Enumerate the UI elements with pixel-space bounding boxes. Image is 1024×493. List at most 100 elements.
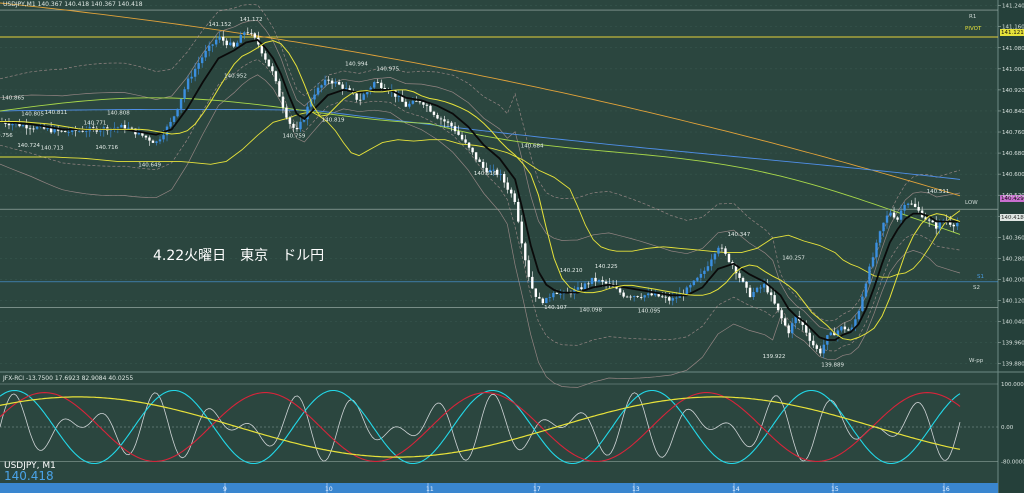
- price-label-27: 139.889: [821, 363, 844, 369]
- price-label-12: 140.713: [41, 146, 64, 152]
- candle-body: [594, 277, 597, 282]
- candle-body: [675, 297, 678, 299]
- candle-body: [320, 85, 323, 88]
- candle-body: [404, 101, 408, 107]
- oscillator-value-2: 17.6923: [54, 375, 80, 382]
- candle-body: [211, 44, 214, 46]
- candle-body: [471, 147, 474, 153]
- date-label-7: 16: [942, 486, 950, 493]
- candle-body: [910, 203, 913, 205]
- price-label-23: 140.095: [638, 308, 661, 314]
- candle-body: [481, 161, 485, 168]
- candle-body: [808, 332, 811, 341]
- price-label-14: 140.759: [283, 133, 306, 139]
- price-label-20: 140.225: [595, 264, 618, 270]
- candle-body: [78, 130, 81, 132]
- chart-caption: 4.22火曜日 東京 ドル円: [153, 248, 325, 264]
- candle-body: [460, 134, 464, 140]
- candle-body: [330, 80, 334, 84]
- candle-body: [453, 126, 457, 132]
- candle-body: [773, 295, 776, 304]
- candle-body: [467, 142, 471, 148]
- price-label-3: 140.994: [345, 62, 368, 68]
- candle-body: [587, 283, 590, 285]
- candle-body: [457, 131, 460, 135]
- candle-body: [172, 116, 176, 122]
- candle-body: [812, 340, 815, 346]
- candle-body: [334, 82, 337, 84]
- candle-body: [819, 348, 822, 354]
- candle-body: [555, 293, 559, 294]
- oscillator-title: JFX-RCI -13.7500 17.6923 82.9084 40.0255: [3, 375, 133, 382]
- candle-body: [639, 296, 643, 298]
- price-label-22: 140.098: [579, 308, 602, 314]
- candle-body: [267, 59, 271, 67]
- candle-body: [21, 125, 25, 127]
- price-label-7: 140.811: [45, 110, 68, 116]
- chart-window: R1PIVOT141.121140.429140.418LOWS1S2W-pp …: [0, 0, 1024, 493]
- candle-body: [787, 325, 790, 334]
- candle-body: [207, 45, 211, 51]
- candle-body: [632, 296, 636, 298]
- oscillator-name: JFX-RCI: [3, 375, 25, 382]
- candle-body: [295, 127, 299, 130]
- candle-body: [28, 128, 32, 130]
- candle-body: [889, 212, 892, 216]
- candle-body: [120, 124, 123, 128]
- level-tag-1: PIVOT: [965, 26, 982, 32]
- price-tick-label-0: 141.240: [1002, 4, 1024, 10]
- candle-body: [176, 108, 179, 117]
- candle-body: [239, 34, 242, 43]
- candle-body: [625, 296, 629, 298]
- date-label-6: 15: [831, 486, 839, 493]
- price-label-1: 141.172: [240, 17, 263, 23]
- date-label-5: 14: [732, 486, 740, 493]
- candle-body: [274, 71, 278, 82]
- candle-body: [548, 297, 552, 299]
- candle-body: [229, 42, 232, 46]
- candle-body: [214, 39, 218, 45]
- candle-body: [934, 222, 938, 229]
- candle-body: [450, 122, 453, 127]
- candle-body: [724, 248, 727, 254]
- candle-body: [783, 318, 787, 326]
- candle-body: [316, 87, 320, 95]
- candle-body: [604, 281, 608, 284]
- candle-body: [703, 270, 706, 274]
- candle-body: [790, 323, 794, 334]
- window-title: USDJPY,M1 140.367 140.418 140.367 140.41…: [3, 1, 143, 8]
- price-tick-label-17: 139.880: [1002, 362, 1024, 368]
- candle-body: [661, 296, 664, 298]
- osc-panel-bg: [0, 373, 998, 483]
- candle-body: [706, 266, 710, 271]
- price-label-9: 140.808: [107, 111, 130, 117]
- date-label-3: 17: [533, 486, 541, 493]
- candle-body: [271, 66, 274, 72]
- candle-body: [373, 82, 376, 88]
- price-tick-label-4: 140.920: [1002, 88, 1024, 94]
- level-tag-0: R1: [969, 14, 976, 20]
- oscillator-value-4: 40.0255: [108, 375, 134, 382]
- candle-body: [541, 298, 545, 304]
- price-label-16: 140.649: [138, 163, 161, 169]
- price-tick-label-11: 140.360: [1002, 235, 1024, 241]
- candle-body: [952, 224, 955, 227]
- candle-body: [446, 121, 450, 123]
- candle-body: [534, 288, 538, 297]
- candle-body: [337, 82, 341, 85]
- candle-body: [127, 127, 130, 129]
- candle-body: [35, 126, 39, 129]
- candle-body: [186, 78, 190, 90]
- candle-body: [727, 253, 731, 262]
- candle-body: [692, 280, 696, 285]
- candle-body: [439, 118, 443, 120]
- candle-body: [524, 243, 527, 261]
- candle-body: [243, 32, 246, 35]
- osc-tick-label-0: 100.0000: [1001, 382, 1024, 388]
- candle-body: [362, 94, 365, 100]
- candle-body: [720, 247, 724, 249]
- candle-body: [327, 79, 330, 81]
- level-tag-8: W-pp: [969, 358, 984, 364]
- level-tag-5: LOW: [965, 200, 978, 206]
- candle-body: [116, 127, 120, 129]
